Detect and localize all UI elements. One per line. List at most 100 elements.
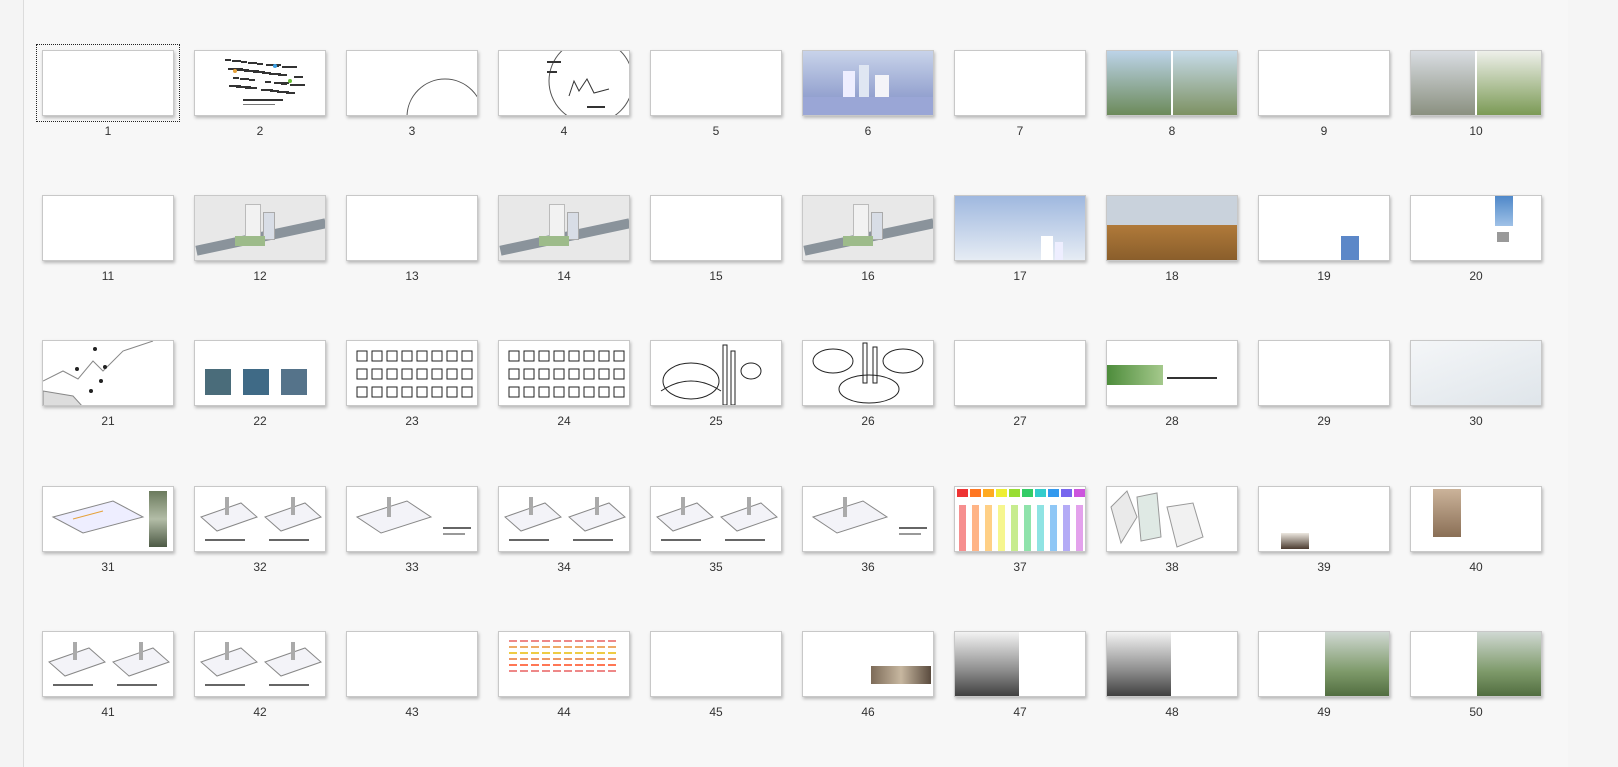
slide-thumbnail-45[interactable]: 45 — [640, 631, 792, 731]
slide-preview[interactable] — [498, 631, 630, 697]
slide-thumbnail-26[interactable]: 26 — [792, 340, 944, 440]
slide-thumbnail-16[interactable]: 16 — [792, 195, 944, 295]
slide-preview[interactable] — [42, 340, 174, 406]
slide-preview[interactable] — [498, 50, 630, 116]
slide-thumbnail-13[interactable]: 13 — [336, 195, 488, 295]
slide-thumbnail-49[interactable]: 49 — [1248, 631, 1400, 731]
slide-thumbnail-30[interactable]: 30 — [1400, 340, 1552, 440]
slide-preview[interactable] — [346, 486, 478, 552]
slide-preview[interactable] — [1258, 195, 1390, 261]
slide-preview[interactable] — [42, 486, 174, 552]
slide-thumbnail-25[interactable]: 25 — [640, 340, 792, 440]
slide-preview[interactable] — [1106, 631, 1238, 697]
slide-thumbnail-15[interactable]: 15 — [640, 195, 792, 295]
slide-thumbnail-3[interactable]: 3 — [336, 50, 488, 150]
slide-preview[interactable] — [650, 486, 782, 552]
slide-preview[interactable] — [954, 195, 1086, 261]
slide-preview[interactable] — [194, 340, 326, 406]
slide-thumbnail-11[interactable]: 11 — [32, 195, 184, 295]
slide-preview[interactable] — [1258, 486, 1390, 552]
slide-thumbnail-1[interactable]: 1 — [32, 44, 184, 150]
slide-preview[interactable] — [650, 50, 782, 116]
slide-preview[interactable] — [346, 195, 478, 261]
slide-preview[interactable] — [42, 195, 174, 261]
slide-thumbnail-42[interactable]: 42 — [184, 631, 336, 731]
slide-preview[interactable] — [498, 486, 630, 552]
slide-preview[interactable] — [194, 631, 326, 697]
slide-preview[interactable] — [36, 44, 180, 122]
slide-thumbnail-22[interactable]: 22 — [184, 340, 336, 440]
slide-thumbnail-27[interactable]: 27 — [944, 340, 1096, 440]
slide-thumbnail-4[interactable]: 4 — [488, 50, 640, 150]
slide-preview[interactable] — [1410, 340, 1542, 406]
slide-preview[interactable] — [1258, 50, 1390, 116]
slide-thumbnail-33[interactable]: 33 — [336, 486, 488, 586]
slide-thumbnail-6[interactable]: 6 — [792, 50, 944, 150]
slide-thumbnail-44[interactable]: 44 — [488, 631, 640, 731]
slide-thumbnail-5[interactable]: 5 — [640, 50, 792, 150]
slide-thumbnail-46[interactable]: 46 — [792, 631, 944, 731]
slide-thumbnail-10[interactable]: 10 — [1400, 50, 1552, 150]
slide-thumbnail-48[interactable]: 48 — [1096, 631, 1248, 731]
slide-preview[interactable] — [1106, 50, 1238, 116]
slide-preview[interactable] — [498, 195, 630, 261]
slide-preview[interactable] — [1410, 50, 1542, 116]
slide-thumbnail-20[interactable]: 20 — [1400, 195, 1552, 295]
slide-preview[interactable] — [346, 50, 478, 116]
slide-thumbnail-8[interactable]: 8 — [1096, 50, 1248, 150]
slide-thumbnail-43[interactable]: 43 — [336, 631, 488, 731]
slide-thumbnail-24[interactable]: 24 — [488, 340, 640, 440]
slide-preview[interactable] — [194, 486, 326, 552]
slide-preview[interactable] — [194, 195, 326, 261]
slide-preview[interactable] — [1106, 195, 1238, 261]
slide-preview[interactable] — [42, 631, 174, 697]
slide-preview[interactable] — [802, 340, 934, 406]
slide-thumbnail-19[interactable]: 19 — [1248, 195, 1400, 295]
slide-thumbnail-28[interactable]: 28 — [1096, 340, 1248, 440]
slide-thumbnail-41[interactable]: 41 — [32, 631, 184, 731]
slide-preview[interactable] — [1410, 195, 1542, 261]
slide-thumbnail-2[interactable]: 2 — [184, 50, 336, 150]
slide-thumbnail-23[interactable]: 23 — [336, 340, 488, 440]
slide-thumbnail-9[interactable]: 9 — [1248, 50, 1400, 150]
slide-thumbnail-47[interactable]: 47 — [944, 631, 1096, 731]
slide-preview[interactable] — [346, 631, 478, 697]
slide-preview[interactable] — [802, 50, 934, 116]
slide-thumbnail-34[interactable]: 34 — [488, 486, 640, 586]
slide-thumbnail-21[interactable]: 21 — [32, 340, 184, 440]
slide-preview[interactable] — [802, 195, 934, 261]
slide-thumbnail-39[interactable]: 39 — [1248, 486, 1400, 586]
slide-thumbnail-32[interactable]: 32 — [184, 486, 336, 586]
slide-preview[interactable] — [650, 631, 782, 697]
slide-thumbnail-35[interactable]: 35 — [640, 486, 792, 586]
slide-thumbnail-50[interactable]: 50 — [1400, 631, 1552, 731]
slide-thumbnail-17[interactable]: 17 — [944, 195, 1096, 295]
slide-preview[interactable] — [650, 195, 782, 261]
slide-preview[interactable] — [1410, 486, 1542, 552]
slide-thumbnail-18[interactable]: 18 — [1096, 195, 1248, 295]
slide-thumbnail-7[interactable]: 7 — [944, 50, 1096, 150]
slide-preview[interactable] — [802, 486, 934, 552]
slide-preview[interactable] — [1258, 631, 1390, 697]
slide-thumbnail-36[interactable]: 36 — [792, 486, 944, 586]
slide-thumbnail-29[interactable]: 29 — [1248, 340, 1400, 440]
slide-preview[interactable] — [954, 50, 1086, 116]
slide-preview[interactable] — [498, 340, 630, 406]
slide-preview[interactable] — [1410, 631, 1542, 697]
slide-preview[interactable] — [194, 50, 326, 116]
slide-preview[interactable] — [954, 486, 1086, 552]
slide-preview[interactable] — [650, 340, 782, 406]
slide-thumbnail-40[interactable]: 40 — [1400, 486, 1552, 586]
slide-thumbnail-14[interactable]: 14 — [488, 195, 640, 295]
slide-preview[interactable] — [802, 631, 934, 697]
slide-preview[interactable] — [346, 340, 478, 406]
slide-preview[interactable] — [1106, 340, 1238, 406]
slide-thumbnail-12[interactable]: 12 — [184, 195, 336, 295]
slide-preview[interactable] — [1258, 340, 1390, 406]
slide-preview[interactable] — [1106, 486, 1238, 552]
slide-thumbnail-37[interactable]: 37 — [944, 486, 1096, 586]
slide-thumbnail-38[interactable]: 38 — [1096, 486, 1248, 586]
slide-preview[interactable] — [954, 631, 1086, 697]
slide-preview[interactable] — [954, 340, 1086, 406]
slide-thumbnail-31[interactable]: 31 — [32, 486, 184, 586]
